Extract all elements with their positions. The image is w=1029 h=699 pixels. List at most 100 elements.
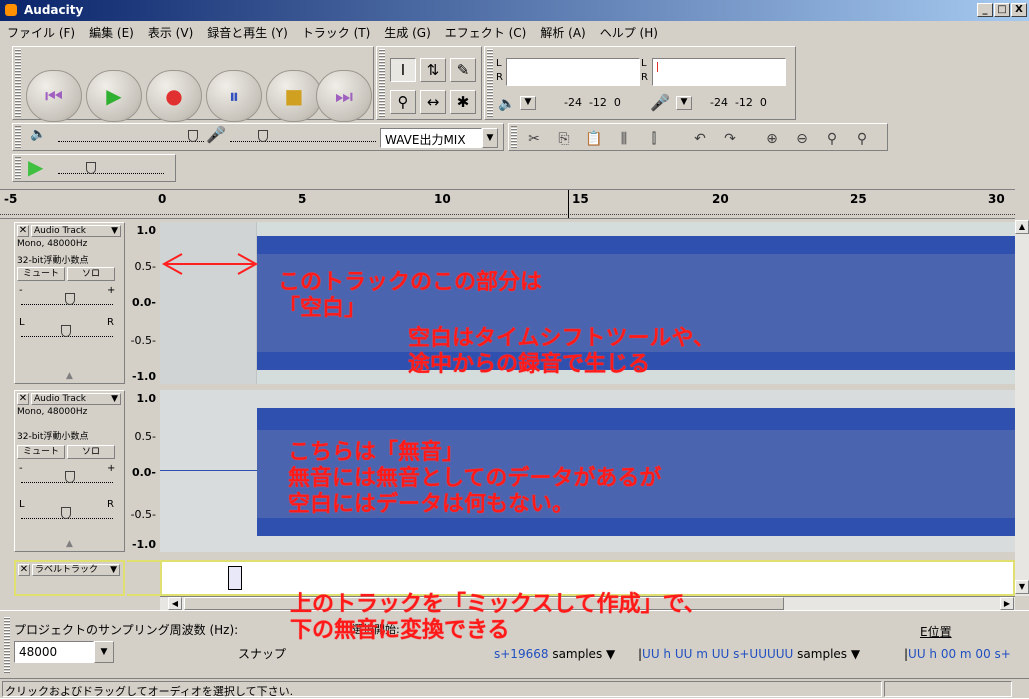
toolbar-grip[interactable] xyxy=(15,126,21,148)
skip-end-icon: ⏭ xyxy=(335,84,353,108)
track-rate-info: Mono, 48000Hz xyxy=(17,407,88,417)
input-source-dropdown-icon[interactable]: ▼ xyxy=(482,128,498,148)
rewind-button[interactable]: ⏮ xyxy=(26,70,82,122)
play-icon: ▶ xyxy=(106,84,122,108)
menu-help[interactable]: ヘルプ (H) xyxy=(593,21,665,41)
toolbar-grip[interactable] xyxy=(15,49,21,117)
pause-button[interactable]: ⏸ xyxy=(206,70,262,122)
input-meter-dropdown[interactable]: ▼ xyxy=(676,96,692,110)
scroll-left-icon[interactable]: ◀ xyxy=(168,597,182,610)
paste-icon[interactable]: 📋 xyxy=(582,128,606,150)
copy-icon[interactable]: ⎘ xyxy=(552,128,576,150)
input-level-meter[interactable] xyxy=(652,58,786,86)
project-rate-dropdown-icon[interactable]: ▼ xyxy=(94,641,114,663)
annotation-silence: こちらは「無音」 無音には無音としてのデータがあるが 空白にはデータは何もない。 xyxy=(288,440,662,517)
zoom-tool[interactable]: ⚲ xyxy=(390,90,416,114)
menu-effect[interactable]: エフェクト (C) xyxy=(438,21,534,41)
cut-icon[interactable]: ✂ xyxy=(522,128,546,150)
selection-end-digits: UU h UU m UU s+UUUUU xyxy=(642,647,794,661)
selection-start-value[interactable]: s+19668 samples ▼ xyxy=(494,647,615,661)
output-volume-slider[interactable] xyxy=(58,128,204,142)
solo-button[interactable]: ソロ xyxy=(67,267,115,281)
track-name-menu[interactable]: Audio Track ▼ xyxy=(31,393,121,405)
selection-tool[interactable]: I xyxy=(390,58,416,82)
input-volume-slider[interactable] xyxy=(230,128,376,142)
maximize-button[interactable]: □ xyxy=(994,3,1010,17)
scroll-up-icon[interactable]: ▲ xyxy=(1015,220,1029,234)
ruler-tick: 25 xyxy=(850,192,867,206)
vertical-scrollbar[interactable]: ▲ ▼ xyxy=(1015,220,1029,596)
chevron-down-icon: ▼ xyxy=(111,226,118,236)
toolbar-grip[interactable] xyxy=(487,49,493,117)
label-track-name-menu[interactable]: ラベルトラック ▼ xyxy=(32,564,120,576)
track-close-icon[interactable]: ✕ xyxy=(18,564,30,576)
skip-end-button[interactable]: ⏭ xyxy=(316,70,372,122)
pan-slider[interactable] xyxy=(21,323,113,337)
zoom-out-icon[interactable]: ⊖ xyxy=(790,128,814,150)
play-button[interactable]: ▶ xyxy=(86,70,142,122)
collapse-track-icon[interactable]: ▲ xyxy=(15,539,124,551)
menu-analyze[interactable]: 解析 (A) xyxy=(533,21,592,41)
solo-button[interactable]: ソロ xyxy=(67,445,115,459)
track-vertical-ruler: 1.0 0.5- 0.0- -0.5- -1.0 xyxy=(127,390,160,552)
label-track-control-panel: ✕ ラベルトラック ▼ xyxy=(14,560,125,596)
output-level-meter[interactable] xyxy=(506,58,640,86)
audio-position-value[interactable]: |UU h 00 m 00 s+ xyxy=(904,647,1011,661)
record-button[interactable]: ● xyxy=(146,70,202,122)
menu-transport[interactable]: 録音と再生 (Y) xyxy=(200,21,295,41)
mute-button[interactable]: ミュート xyxy=(17,267,65,281)
menu-view[interactable]: 表示 (V) xyxy=(141,21,200,41)
scale-label: -1.0 xyxy=(131,538,156,551)
project-rate-input[interactable]: 48000 xyxy=(14,641,94,663)
scale-label: -1.0 xyxy=(131,370,156,383)
mute-button[interactable]: ミュート xyxy=(17,445,65,459)
track-close-icon[interactable]: ✕ xyxy=(17,225,29,237)
trim-icon[interactable]: ⫼ xyxy=(612,128,636,150)
zoom-in-icon[interactable]: ⊕ xyxy=(760,128,784,150)
pan-slider[interactable] xyxy=(21,505,113,519)
track-name-menu[interactable]: Audio Track ▼ xyxy=(31,225,121,237)
timeline-ruler[interactable]: -5 0 5 10 15 20 25 30 xyxy=(0,189,1015,219)
toolbar-grip[interactable] xyxy=(4,617,10,673)
output-meter-dropdown[interactable]: ▼ xyxy=(520,96,536,110)
status-bar: クリックおよびドラッグしてオーディオを選択して下さい. xyxy=(0,678,1029,698)
menu-edit[interactable]: 編集 (E) xyxy=(82,21,141,41)
stop-button[interactable]: ■ xyxy=(266,70,322,122)
gain-slider[interactable] xyxy=(21,291,113,305)
label-track-area[interactable] xyxy=(160,560,1015,596)
toolbar-grip[interactable] xyxy=(511,126,517,148)
selection-end-value[interactable]: |UU h UU m UU s+UUUUU samples ▼ xyxy=(638,647,860,661)
skip-start-icon: ⏮ xyxy=(45,84,63,108)
input-source-select[interactable]: WAVE出力MIX xyxy=(380,128,482,148)
scroll-down-icon[interactable]: ▼ xyxy=(1015,580,1029,594)
ruler-tick: 30 xyxy=(988,192,1005,206)
menu-tracks[interactable]: トラック (T) xyxy=(295,21,378,41)
draw-tool[interactable]: ✎ xyxy=(450,58,476,82)
collapse-track-icon[interactable]: ▲ xyxy=(15,371,124,383)
selection-start-digits: s+19668 xyxy=(494,647,549,661)
toolbar-grip[interactable] xyxy=(379,49,385,117)
toolbar-grip[interactable] xyxy=(15,157,21,179)
scroll-right-icon[interactable]: ▶ xyxy=(1000,597,1014,610)
fit-selection-icon[interactable]: ⚲ xyxy=(820,128,844,150)
redo-icon[interactable]: ↷ xyxy=(718,128,742,150)
label-box[interactable] xyxy=(228,566,242,590)
envelope-tool[interactable]: ⇅ xyxy=(420,58,446,82)
speaker-icon: 🔈 xyxy=(498,96,516,112)
track-close-icon[interactable]: ✕ xyxy=(17,393,29,405)
fit-project-icon[interactable]: ⚲ xyxy=(850,128,874,150)
silence-icon[interactable]: ⫿ xyxy=(642,128,666,150)
ruler-tick: 15 xyxy=(572,192,589,206)
audio-position-label: E位置 xyxy=(920,625,952,639)
multi-tool[interactable]: ✱ xyxy=(450,90,476,114)
play-at-speed-icon[interactable]: ▶ xyxy=(28,155,43,179)
playback-speed-slider[interactable] xyxy=(58,160,164,174)
timeshift-tool[interactable]: ↔ xyxy=(420,90,446,114)
menu-file[interactable]: ファイル (F) xyxy=(0,21,82,41)
gain-slider[interactable] xyxy=(21,469,113,483)
undo-icon[interactable]: ↶ xyxy=(688,128,712,150)
menu-generate[interactable]: 生成 (G) xyxy=(377,21,437,41)
close-button[interactable]: X xyxy=(1011,3,1027,17)
minimize-button[interactable]: _ xyxy=(977,3,993,17)
scale-label: 0.0- xyxy=(131,466,156,479)
